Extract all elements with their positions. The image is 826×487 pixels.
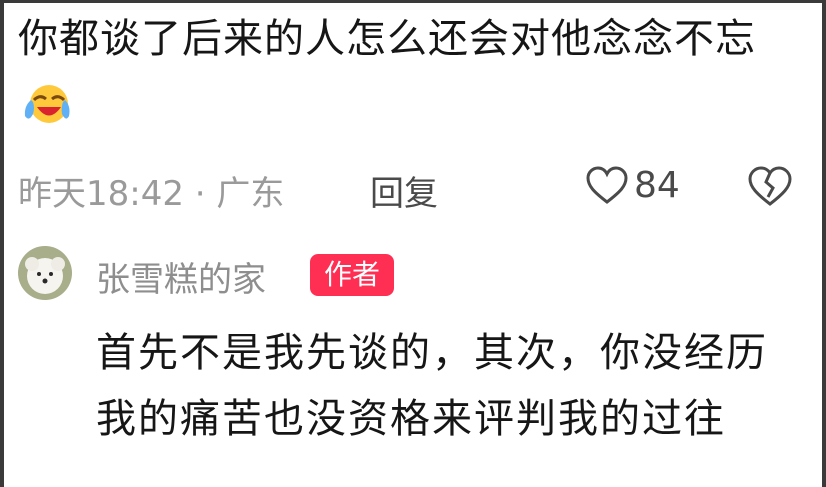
- comment-text: 你都谈了后来的人怎么还会对他念念不忘: [18, 16, 756, 62]
- comment-thread: 你都谈了后来的人怎么还会对他念念不忘 昨天18:42 · 广东 回复 84 张雪…: [0, 0, 826, 487]
- broken-heart-icon: [748, 166, 792, 206]
- comment-body: 你都谈了后来的人怎么还会对他念念不忘: [18, 6, 798, 138]
- white-dog-avatar-icon: [18, 246, 72, 300]
- like-button[interactable]: 84: [584, 160, 680, 210]
- dislike-button[interactable]: [746, 164, 794, 208]
- author-badge: 作者: [310, 254, 394, 296]
- like-count: 84: [634, 164, 680, 206]
- reply-body: 首先不是我先谈的，其次，你没经历我的痛苦也没资格来评判我的过往: [96, 330, 768, 442]
- author-avatar[interactable]: [18, 246, 72, 300]
- frame-border-left: [0, 0, 4, 487]
- reply-button[interactable]: 回复: [370, 166, 438, 215]
- comment-time-location: 昨天18:42 · 广东: [18, 174, 285, 214]
- heart-outline-icon: [586, 166, 628, 204]
- author-name[interactable]: 张雪糕的家: [96, 252, 266, 301]
- crying-laughing-emoji-icon: [24, 85, 70, 123]
- comment-meta: 昨天18:42 · 广东 回复 84: [18, 158, 808, 214]
- frame-border-top: [0, 0, 826, 3]
- frame-border-right: [822, 0, 826, 487]
